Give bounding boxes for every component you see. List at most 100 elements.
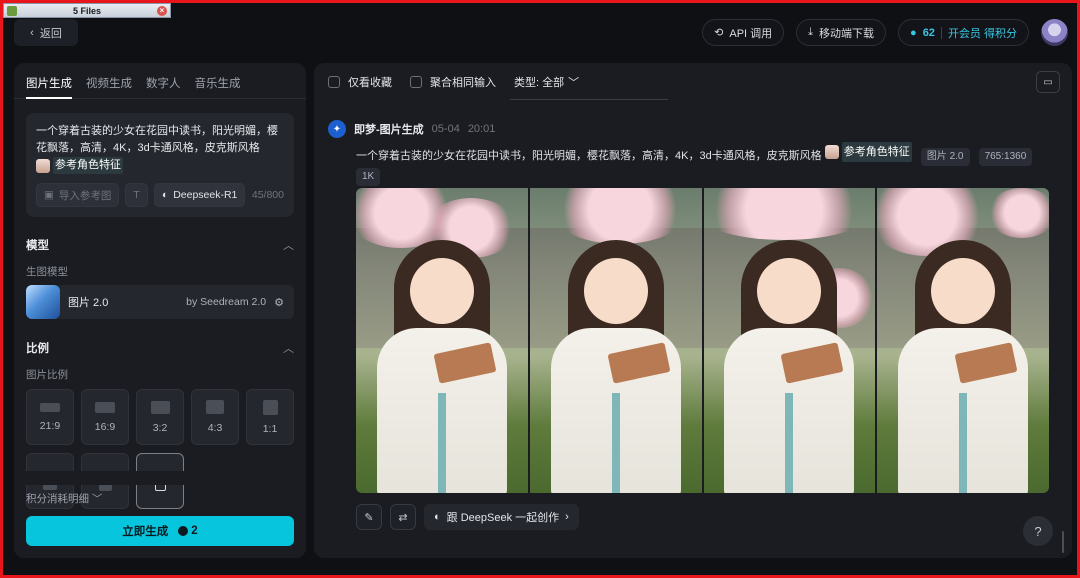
ratio-label: 3:2 bbox=[152, 421, 168, 434]
points-count: 62 bbox=[922, 26, 935, 39]
character-sash bbox=[611, 393, 620, 493]
feed-time: 20:01 bbox=[467, 123, 496, 135]
ratio-label: 1:1 bbox=[262, 422, 278, 435]
character-face bbox=[409, 258, 474, 324]
ratio-label: 4:3 bbox=[207, 422, 223, 434]
character-sash bbox=[959, 393, 968, 493]
reference-label: 参考角色特征 bbox=[53, 157, 123, 174]
api-button[interactable]: ⟲ API 调用 bbox=[702, 19, 785, 46]
divider bbox=[940, 26, 942, 39]
deepseek-label: Deepseek-R1 bbox=[173, 189, 238, 201]
close-icon[interactable]: × bbox=[157, 6, 167, 16]
ratio-shape-icon bbox=[95, 401, 115, 413]
ratio-shape-icon bbox=[150, 400, 170, 414]
type-filter-label: 类型: 全部 bbox=[514, 77, 565, 89]
generated-image-4[interactable] bbox=[877, 188, 1049, 493]
deepseek-whale-icon: ◐ bbox=[434, 511, 441, 523]
generate-cost: 2 bbox=[178, 525, 198, 537]
points-vip-button[interactable]: ● 62 开会员 得积分 bbox=[898, 19, 1029, 46]
filter-underline bbox=[510, 99, 668, 100]
checkbox-box bbox=[328, 76, 340, 88]
feed-actions: ✎ ⇄ ◐ 跟 DeepSeek 一起创作 › bbox=[356, 504, 579, 530]
cost-detail-label: 积分消耗明细 bbox=[26, 493, 89, 505]
model-thumbnail bbox=[26, 285, 60, 319]
merge-inputs-checkbox[interactable]: 聚合相同输入 bbox=[410, 74, 496, 90]
ratio-shape-icon bbox=[262, 399, 278, 415]
blossom bbox=[987, 188, 1049, 238]
back-label: 返回 bbox=[39, 27, 62, 40]
feed-prompt-text: 一个穿着古装的少女在花园中读书，阳光明媚，樱花飘落，高清，4K，3d卡通风格，皮… bbox=[356, 150, 822, 162]
tab-digital-human[interactable]: 数字人 bbox=[146, 75, 181, 99]
chevron-up-icon[interactable]: ︿ bbox=[283, 340, 294, 356]
reference-label: 参考角色特征 bbox=[841, 142, 912, 162]
model-section-title: 模型 bbox=[26, 240, 49, 252]
ratio-option-3-2[interactable]: 3:2 bbox=[136, 389, 184, 445]
top-right-actions: ⟲ API 调用 ⤓ 移动端下载 ● 62 开会员 得积分 bbox=[702, 19, 1068, 46]
reference-thumbnail bbox=[36, 158, 50, 173]
type-filter-dropdown[interactable]: 类型: 全部 ﹀ bbox=[514, 74, 579, 90]
text-icon: T bbox=[133, 189, 140, 201]
tab-image-generation[interactable]: 图片生成 bbox=[26, 75, 72, 99]
play-circle-icon: ● bbox=[910, 26, 917, 39]
deepseek-whale-icon: ◐ bbox=[161, 189, 169, 201]
create-with-deepseek-label: 跟 DeepSeek 一起创作 bbox=[446, 512, 560, 524]
merge-inputs-label: 聚合相同输入 bbox=[430, 77, 496, 89]
chevron-down-icon: ﹀ bbox=[568, 77, 580, 89]
feed-item-header: ✦ 即梦-图片生成 05-04 20:01 bbox=[328, 120, 495, 138]
reference-character-chip[interactable]: 参考角色特征 bbox=[36, 157, 123, 174]
reference-character-chip[interactable]: 参考角色特征 bbox=[824, 142, 912, 162]
settings-sliders-icon[interactable]: ⚙ bbox=[274, 296, 284, 309]
ratio-option-4-3[interactable]: 4:3 bbox=[191, 389, 239, 445]
folder-icon[interactable]: ▭ bbox=[1036, 71, 1060, 93]
chevron-up-icon[interactable]: ︿ bbox=[283, 237, 294, 253]
mobile-download-button[interactable]: ⤓ 移动端下载 bbox=[796, 19, 887, 46]
tab-music-generation[interactable]: 音乐生成 bbox=[195, 75, 241, 99]
character-face bbox=[583, 258, 648, 324]
cost-detail-toggle[interactable]: 积分消耗明细 ﹀ bbox=[26, 491, 102, 506]
file-app-icon bbox=[7, 6, 17, 16]
refresh-icon[interactable]: ⇄ bbox=[390, 504, 416, 530]
chevron-left-icon: ‹ bbox=[30, 26, 34, 39]
model-provider: by Seedream 2.0 bbox=[186, 296, 267, 308]
generated-image-2[interactable] bbox=[529, 188, 702, 493]
favorites-only-label: 仅看收藏 bbox=[348, 77, 392, 89]
tab-video-generation[interactable]: 视频生成 bbox=[86, 75, 132, 99]
mobile-download-label: 移动端下载 bbox=[819, 27, 875, 40]
character-sash bbox=[785, 393, 794, 493]
reference-thumbnail bbox=[824, 145, 839, 159]
model-tag: 图片 2.0 bbox=[920, 148, 970, 166]
ratio-option-21-9[interactable]: 21:9 bbox=[26, 389, 74, 445]
favorites-only-checkbox[interactable]: 仅看收藏 bbox=[328, 74, 392, 90]
deepseek-model-button[interactable]: ◐ Deepseek-R1 bbox=[153, 183, 246, 207]
ratio-option-16-9[interactable]: 16:9 bbox=[81, 389, 129, 445]
avatar[interactable] bbox=[1041, 19, 1068, 46]
create-with-deepseek-button[interactable]: ◐ 跟 DeepSeek 一起创作 › bbox=[424, 504, 579, 530]
file-tab-label: 5 Files bbox=[72, 5, 101, 16]
prompt-input[interactable]: 一个穿着古装的少女在花园中读书，阳光明媚，樱花飘落，高清，4K，3d卡通风格，皮… bbox=[26, 113, 294, 217]
generate-button[interactable]: 立即生成 2 bbox=[26, 516, 294, 546]
ratio-tag: 765:1360 bbox=[978, 148, 1033, 166]
scrollbar[interactable] bbox=[1062, 531, 1064, 553]
api-label: API 调用 bbox=[729, 27, 773, 40]
ratio-option-1-1[interactable]: 1:1 bbox=[246, 389, 294, 445]
generated-image-3[interactable] bbox=[703, 188, 876, 493]
import-reference-button[interactable]: ▣ 导入参考图 bbox=[36, 183, 120, 207]
edit-icon[interactable]: ✎ bbox=[356, 504, 382, 530]
model-selector[interactable]: 图片 2.0 by Seedream 2.0 ⚙ bbox=[26, 285, 294, 319]
file-tab[interactable]: 5 Files × bbox=[3, 3, 171, 18]
generated-image-1[interactable] bbox=[356, 188, 528, 493]
api-icon: ⟲ bbox=[714, 27, 724, 39]
checkbox-box bbox=[410, 76, 422, 88]
coin-icon bbox=[178, 526, 189, 536]
prompt-tools: ▣ 导入参考图 T ◐ Deepseek-R1 45/800 bbox=[36, 183, 284, 207]
right-panel: 仅看收藏 聚合相同输入 类型: 全部 ﹀ ▭ ✦ 即梦-图片生成 05-04 2… bbox=[314, 63, 1072, 558]
ratio-label: 16:9 bbox=[94, 420, 116, 433]
help-button[interactable]: ? bbox=[1023, 516, 1053, 546]
filter-bar: 仅看收藏 聚合相同输入 类型: 全部 ﹀ bbox=[328, 74, 579, 90]
prompt-text[interactable]: 一个穿着古装的少女在花园中读书，阳光明媚，樱花飘落，高清，4K，3d卡通风格，皮… bbox=[36, 123, 284, 179]
back-button[interactable]: ‹ 返回 bbox=[14, 19, 78, 46]
jimeng-logo-icon: ✦ bbox=[328, 120, 346, 138]
text-format-button[interactable]: T bbox=[125, 183, 148, 207]
download-icon: ⤓ bbox=[808, 26, 814, 38]
feed-date: 05-04 bbox=[431, 123, 460, 135]
